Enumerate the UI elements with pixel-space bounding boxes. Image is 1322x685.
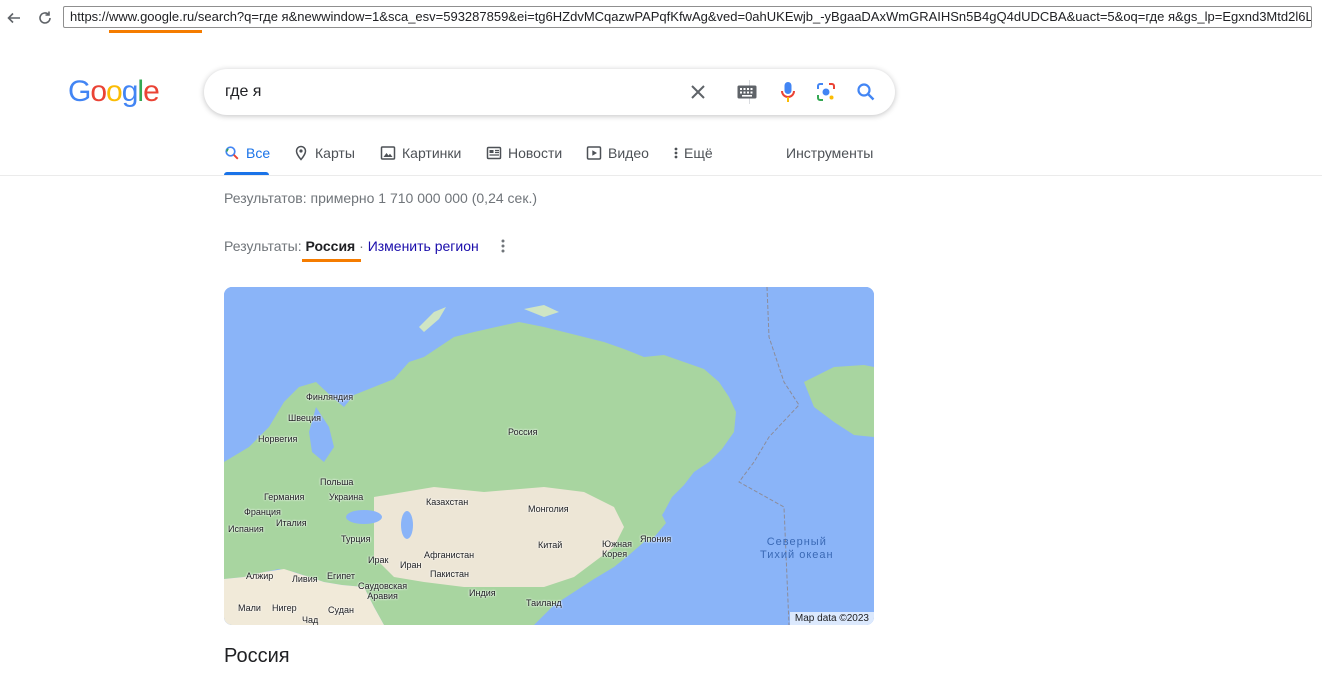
camera-lens-icon xyxy=(817,83,835,101)
map-label-iran: Иран xyxy=(400,560,422,570)
url-highlight-underline xyxy=(109,30,202,33)
tab-news[interactable]: Новости xyxy=(486,140,562,176)
tab-label: Новости xyxy=(508,145,563,161)
google-logo[interactable]: Google xyxy=(68,75,160,109)
voice-search-button[interactable] xyxy=(776,80,800,104)
region-options-button[interactable] xyxy=(494,237,512,255)
tab-more[interactable]: Ещё xyxy=(672,140,713,176)
reload-button[interactable] xyxy=(34,7,56,29)
tab-label: Все xyxy=(246,145,271,161)
tab-images[interactable]: Картинки xyxy=(380,140,461,176)
map-label-niger: Нигер xyxy=(272,603,297,613)
microphone-icon xyxy=(781,82,795,102)
logo-letter: o xyxy=(106,75,123,108)
close-icon xyxy=(691,85,705,99)
map-attribution: Map data ©2023 xyxy=(789,612,874,625)
search-icon xyxy=(857,83,875,101)
map-label-pacific-ocean: Северный Тихий океан xyxy=(760,536,834,561)
tab-label: Ещё xyxy=(684,145,713,161)
knowledge-panel-title: Россия xyxy=(224,645,290,667)
tab-maps[interactable]: Карты xyxy=(293,140,355,176)
map-card[interactable]: Финляндия Швеция Норвегия Россия Польша … xyxy=(224,287,874,625)
map-label-sudan: Судан xyxy=(328,605,354,615)
map-label-china: Китай xyxy=(538,540,563,550)
back-button[interactable] xyxy=(3,7,25,29)
map-label-mali: Мали xyxy=(238,603,261,613)
video-icon xyxy=(586,145,602,161)
logo-letter: o xyxy=(90,75,107,108)
map-label-kazakhstan: Казахстан xyxy=(426,497,469,507)
black-sea xyxy=(346,510,382,524)
map-label-poland: Польша xyxy=(320,477,354,487)
tab-all[interactable]: Все xyxy=(224,140,270,176)
change-region-link[interactable]: Изменить регион xyxy=(368,238,479,254)
map-label-turkey: Турция xyxy=(341,534,371,544)
address-bar[interactable]: https://www.google.ru/search?q=где я&new… xyxy=(63,6,1312,28)
region-line: Результаты: Россия · Изменить регион xyxy=(224,237,479,255)
result-stats: Результатов: примерно 1 710 000 000 (0,2… xyxy=(224,190,537,206)
map-label-mongolia: Монголия xyxy=(528,504,569,514)
lens-search-button[interactable] xyxy=(814,80,838,104)
more-vert-icon xyxy=(501,239,505,253)
clear-button[interactable] xyxy=(686,80,710,104)
logo-letter: e xyxy=(143,75,160,108)
region-prefix: Результаты: xyxy=(224,238,302,254)
map-label-egypt: Египет xyxy=(327,571,356,581)
logo-letter: G xyxy=(68,75,91,108)
arrow-left-icon xyxy=(7,12,20,24)
search-icon xyxy=(224,145,240,161)
map-label-finland: Финляндия xyxy=(306,392,354,402)
map-label-russia: Россия xyxy=(508,427,538,437)
search-submit-button[interactable] xyxy=(854,80,878,104)
logo-letter: g xyxy=(121,75,139,108)
map-label-afghanistan: Афганистан xyxy=(424,550,475,560)
region-highlight-underline xyxy=(302,259,361,262)
reload-icon xyxy=(39,11,51,24)
keyboard-icon xyxy=(737,85,757,99)
map-label-thailand: Таиланд xyxy=(526,598,562,608)
map-label-south-korea: Южная Корея xyxy=(602,539,632,559)
map-label-pakistan: Пакистан xyxy=(430,569,469,579)
map-label-germany: Германия xyxy=(264,492,305,502)
search-box xyxy=(204,69,895,115)
map-label-chad: Чад xyxy=(302,615,319,625)
map-label-sweden: Швеция xyxy=(288,413,321,423)
map-label-saudi-arabia: Саудовская Аравия xyxy=(358,581,408,601)
search-input[interactable] xyxy=(225,81,665,103)
map-label-japan: Япония xyxy=(640,534,672,544)
region-country: Россия xyxy=(305,238,356,254)
news-icon xyxy=(486,145,502,161)
region-separator: · xyxy=(359,238,364,254)
map-label-italy: Италия xyxy=(276,518,307,528)
map-label-libya: Ливия xyxy=(292,574,318,584)
map-graphic xyxy=(224,287,874,625)
tools-button[interactable]: Инструменты xyxy=(786,140,873,166)
tab-label: Карты xyxy=(315,145,355,161)
map-label-france: Франция xyxy=(244,507,281,517)
map-label-algeria: Алжир xyxy=(246,571,274,581)
map-label-ukraine: Украина xyxy=(329,492,364,502)
map-label-spain: Испания xyxy=(228,524,264,534)
map-label-india: Индия xyxy=(469,588,496,598)
caspian-sea xyxy=(401,511,413,539)
header-divider xyxy=(0,175,1322,176)
map-pin-icon xyxy=(293,145,309,161)
map-label-iraq: Ирак xyxy=(368,555,389,565)
keyboard-button[interactable] xyxy=(735,80,759,104)
more-vert-icon xyxy=(672,145,680,161)
tab-label: Картинки xyxy=(402,145,462,161)
tab-video[interactable]: Видео xyxy=(586,140,649,176)
image-icon xyxy=(380,145,396,161)
tab-label: Видео xyxy=(608,145,649,161)
browser-toolbar: https://www.google.ru/search?q=где я&new… xyxy=(0,0,1322,36)
map-label-norway: Норвегия xyxy=(258,434,298,444)
